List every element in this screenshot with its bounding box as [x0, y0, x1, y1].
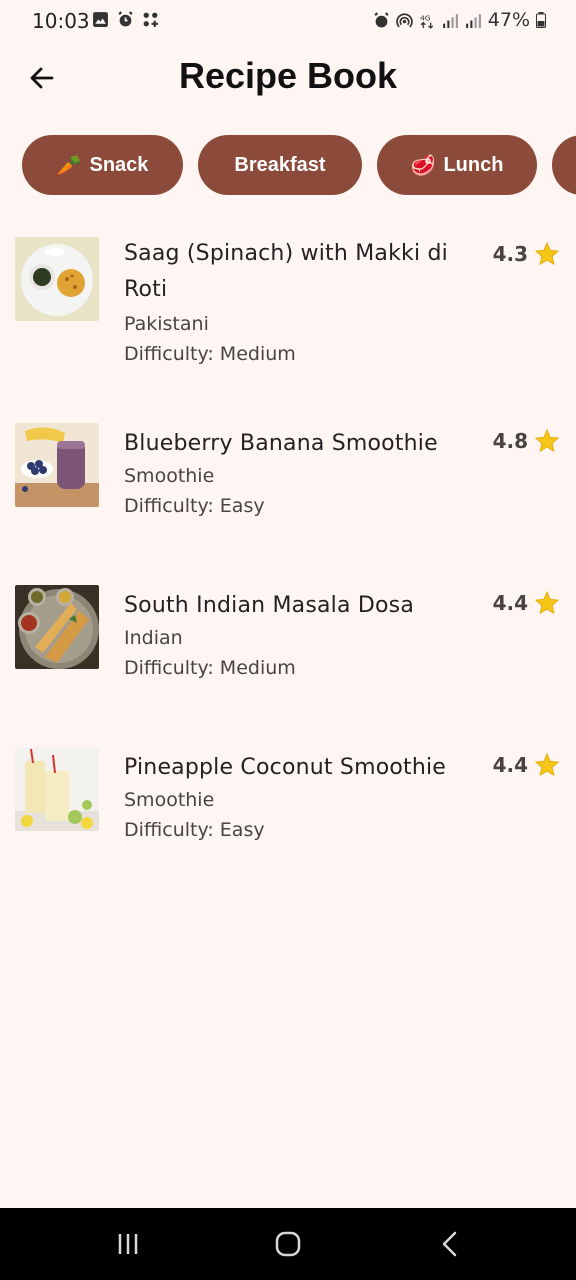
system-nav-bar — [0, 1208, 576, 1280]
recipe-name: Pineapple Coconut Smoothie — [124, 755, 447, 780]
svg-text:4G: 4G — [420, 13, 431, 22]
recipe-image-saag — [15, 237, 99, 321]
recipe-difficulty: Difficulty: Medium — [124, 343, 296, 365]
home-button[interactable] — [268, 1228, 308, 1260]
meat-icon: 🥩 — [410, 154, 436, 177]
status-time: 10:03 — [32, 9, 90, 33]
status-system-icons: 4G 47% — [373, 9, 546, 31]
recipe-name: Blueberry Banana Smoothie — [124, 431, 438, 456]
recent-apps-icon — [118, 1234, 138, 1254]
alarm-icon — [374, 11, 389, 27]
status-bar: 10:03 4G 47% — [0, 0, 576, 42]
chevron-left-icon — [442, 1231, 457, 1257]
category-chips: 🥕 Snack Breakfast 🥩 Lunch — [22, 135, 576, 195]
chip-label: Breakfast — [234, 153, 326, 176]
carrot-icon: 🥕 — [56, 154, 82, 177]
recipe-item[interactable]: Blueberry Banana Smoothie Smoothie Diffi… — [0, 423, 576, 523]
status-notification-icons — [92, 11, 159, 28]
recipe-image-smoothie — [15, 423, 99, 507]
recipe-image-dosa — [15, 585, 99, 669]
recipe-difficulty: Difficulty: Easy — [124, 819, 265, 841]
recipe-cuisine: Indian — [124, 627, 183, 649]
chip-snack[interactable]: 🥕 Snack — [22, 135, 183, 195]
battery-icon — [536, 12, 546, 28]
recipe-name: Saag (Spinach) with Makki di Roti — [124, 241, 448, 302]
recipe-rating: 4.8 — [493, 428, 560, 454]
recipe-name: South Indian Masala Dosa — [124, 593, 414, 618]
recipe-rating: 4.3 — [493, 241, 560, 267]
page-title: Recipe Book — [178, 55, 398, 96]
rating-value: 4.3 — [492, 242, 528, 266]
chip-next-partial[interactable] — [552, 135, 576, 195]
recipe-difficulty: Difficulty: Easy — [124, 495, 265, 517]
recipe-difficulty: Difficulty: Medium — [124, 657, 296, 679]
chip-label: Snack — [89, 153, 149, 176]
home-icon — [275, 1231, 301, 1257]
alarm-icon — [118, 11, 133, 27]
recipe-image-pineapple-smoothie — [15, 747, 99, 831]
battery-percent: 47% — [487, 9, 530, 31]
recipe-cuisine: Smoothie — [124, 465, 215, 487]
gallery-icon — [93, 12, 108, 27]
rating-value: 4.4 — [492, 591, 528, 615]
signal-icon — [465, 13, 481, 28]
chip-lunch[interactable]: 🥩 Lunch — [377, 135, 537, 195]
chip-label: Lunch — [443, 153, 504, 176]
star-icon — [534, 428, 560, 453]
app-grid-icon — [143, 12, 158, 27]
rating-value: 4.4 — [492, 753, 528, 777]
star-icon — [534, 590, 560, 615]
recipe-item[interactable]: Pineapple Coconut Smoothie Smoothie Diff… — [0, 747, 576, 847]
recipe-item[interactable]: South Indian Masala Dosa Indian Difficul… — [0, 585, 576, 685]
recipe-cuisine: Smoothie — [124, 789, 215, 811]
network-4g-icon: 4G — [420, 13, 434, 29]
recipe-rating: 4.4 — [493, 590, 560, 616]
signal-icon — [442, 13, 458, 28]
recent-apps-button[interactable] — [108, 1228, 148, 1260]
hotspot-icon — [396, 12, 413, 27]
rating-value: 4.8 — [492, 429, 528, 453]
chip-breakfast[interactable]: Breakfast — [198, 135, 362, 195]
star-icon — [534, 752, 560, 777]
recipe-item[interactable]: Saag (Spinach) with Makki di Roti Pakist… — [0, 236, 576, 376]
star-icon — [534, 241, 560, 266]
recipe-rating: 4.4 — [493, 752, 560, 778]
recipe-cuisine: Pakistani — [124, 313, 209, 335]
back-nav-button[interactable] — [430, 1228, 470, 1260]
